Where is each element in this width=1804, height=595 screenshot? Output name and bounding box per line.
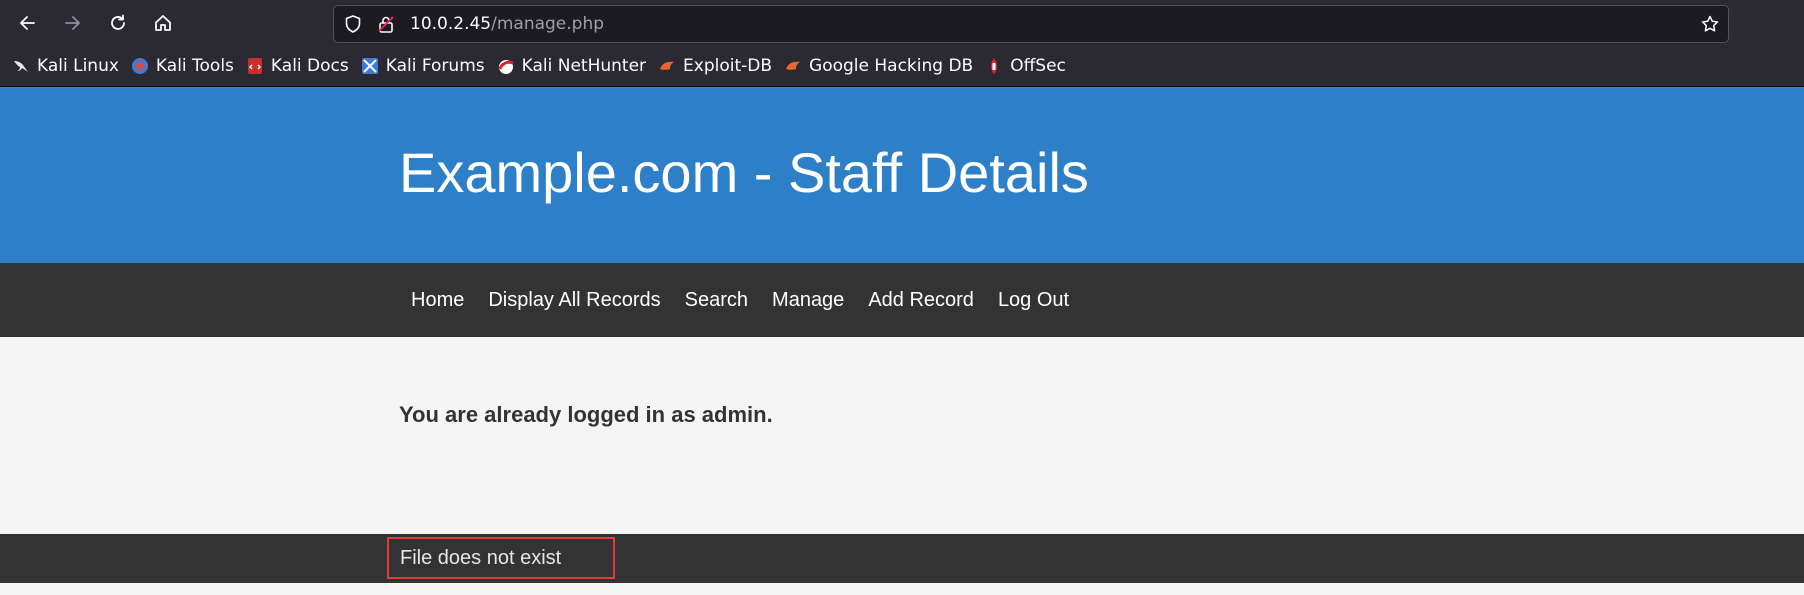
bookmarks-bar: Kali Linux Kali Tools Kali Docs Kali For… [0, 46, 1804, 87]
exploit-db-icon [660, 61, 675, 70]
offsec-icon [991, 58, 998, 74]
bookmark-kali-linux[interactable]: Kali Linux [12, 51, 119, 81]
forward-button[interactable] [56, 7, 88, 39]
nav-log-out[interactable]: Log Out [986, 289, 1081, 312]
reload-button[interactable] [102, 7, 134, 39]
bookmark-kali-tools[interactable]: Kali Tools [131, 51, 234, 81]
url-path: /manage.php [491, 14, 605, 34]
shield-icon[interactable] [343, 14, 363, 34]
arrow-left-icon [20, 16, 35, 30]
nav-display-all-records[interactable]: Display All Records [476, 289, 672, 312]
nav-search[interactable]: Search [673, 289, 760, 312]
bookmark-exploit-db[interactable]: Exploit-DB [658, 51, 772, 81]
nav-add-record[interactable]: Add Record [856, 289, 986, 312]
bookmark-kali-docs[interactable]: Kali Docs [246, 51, 349, 81]
insecure-lock-icon[interactable] [376, 14, 396, 34]
reload-icon [111, 14, 125, 30]
kali-dragon-icon [14, 61, 28, 72]
back-button[interactable] [12, 7, 44, 39]
url-host: 10.0.2.45 [410, 14, 492, 34]
kali-nethunter-icon [498, 60, 514, 74]
kali-forums-icon [361, 58, 378, 74]
main-content: You are already logged in as admin. [0, 337, 1804, 534]
star-icon[interactable] [1700, 14, 1720, 34]
url-bar[interactable]: 10.0.2.45/manage.php [333, 5, 1729, 43]
browser-toolbar: 10.0.2.45/manage.php [0, 0, 1804, 46]
arrow-right-icon [65, 16, 80, 30]
home-button[interactable] [147, 7, 179, 39]
web-page: Example.com - Staff Details Home Display… [0, 87, 1804, 595]
site-nav: Home Display All Records Search Manage A… [0, 263, 1804, 337]
kali-tools-icon [131, 58, 148, 74]
bookmark-offsec[interactable]: OffSec [985, 51, 1066, 81]
kali-docs-icon [247, 58, 262, 74]
ghdb-icon [786, 61, 801, 70]
url-text[interactable]: 10.0.2.45/manage.php [410, 14, 604, 34]
site-footer: File does not exist [0, 534, 1804, 583]
page-bottom [0, 583, 1804, 595]
bookmark-kali-forums[interactable]: Kali Forums [361, 51, 485, 81]
bookmark-kali-nethunter[interactable]: Kali NetHunter [497, 51, 646, 81]
file-error-message: File does not exist [387, 537, 615, 579]
home-icon [155, 15, 171, 31]
bookmark-google-hacking-db[interactable]: Google Hacking DB [784, 51, 973, 81]
nav-home[interactable]: Home [399, 289, 476, 312]
login-status-message: You are already logged in as admin. [399, 402, 773, 427]
page-title: Example.com - Staff Details [399, 141, 1089, 204]
site-header: Example.com - Staff Details [0, 87, 1804, 263]
nav-manage[interactable]: Manage [760, 289, 856, 312]
